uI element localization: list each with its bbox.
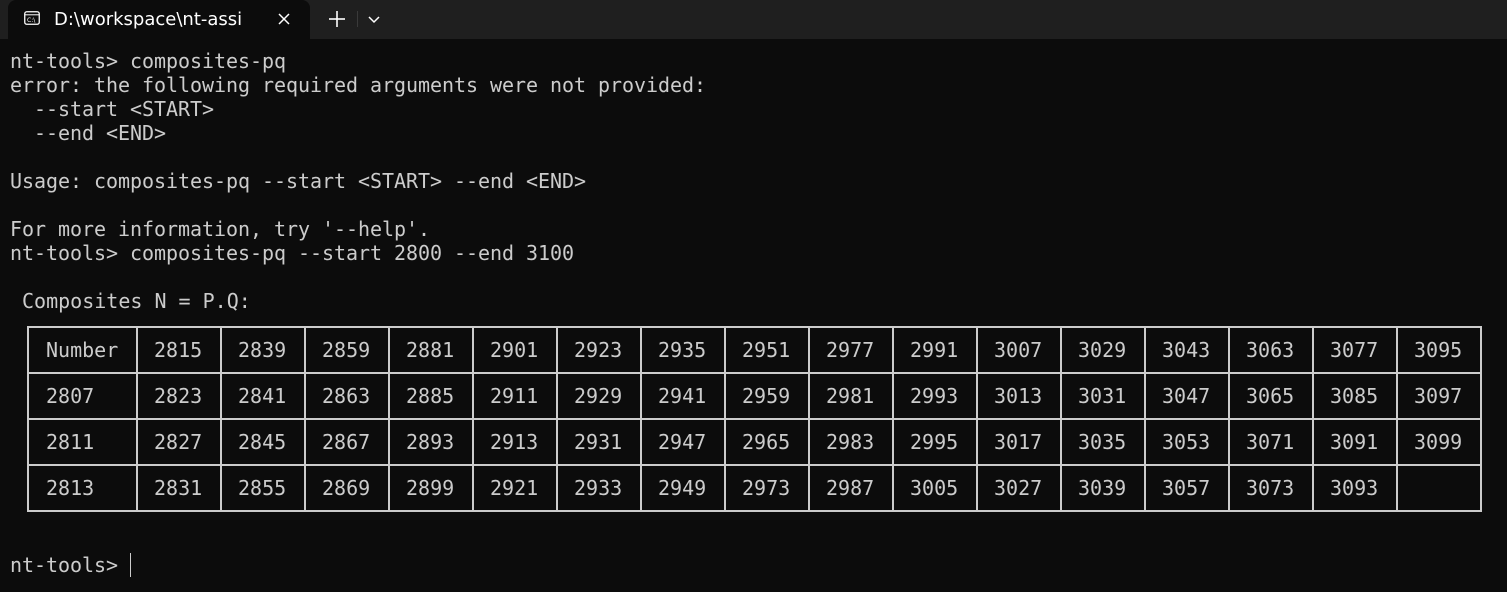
text-cursor (130, 553, 131, 577)
table-cell: 2855 (220, 464, 306, 512)
table-cell: 2977 (808, 326, 894, 374)
tab-bar: C:\ D:\workspace\nt-assi (0, 0, 1507, 39)
plus-icon[interactable] (323, 6, 351, 32)
table-cell: 2931 (556, 418, 642, 466)
close-icon[interactable] (274, 9, 294, 29)
table-cell: 3029 (1060, 326, 1146, 374)
tab-active[interactable]: C:\ D:\workspace\nt-assi (8, 0, 310, 39)
output-line: --start <START> (10, 97, 215, 121)
table-cell: 3031 (1060, 372, 1146, 420)
table-cell: 2841 (220, 372, 306, 420)
table-cell: 2959 (724, 372, 810, 420)
table-cell: 2973 (724, 464, 810, 512)
table-cell: 2941 (640, 372, 726, 420)
table-cell: 2965 (724, 418, 810, 466)
table-cell: 3071 (1228, 418, 1314, 466)
table-cell: 2923 (556, 326, 642, 374)
table-cell: 3065 (1228, 372, 1314, 420)
table-cell: 2913 (472, 418, 558, 466)
table-cell: 2859 (304, 326, 390, 374)
output-line: Usage: composites-pq --start <START> --e… (10, 169, 587, 193)
table-cell: 2839 (220, 326, 306, 374)
table-cell: 2863 (304, 372, 390, 420)
table-cell: 2869 (304, 464, 390, 512)
table-row: Number 2815 2839 2859 2881 2901 2923 2935 2951 29… (27, 326, 1482, 374)
table-cell: 3063 (1228, 326, 1314, 374)
table-cell: 2949 (640, 464, 726, 512)
table-cell: 2881 (388, 326, 474, 374)
svg-text:C:\: C:\ (27, 17, 36, 24)
table-cell: 2845 (220, 418, 306, 466)
table-cell: 3043 (1144, 326, 1230, 374)
chevron-down-icon[interactable] (363, 8, 385, 30)
table-cell: 2933 (556, 464, 642, 512)
table-cell: 2935 (640, 326, 726, 374)
table-cell: 2991 (892, 326, 978, 374)
output-line: For more information, try '--help'. (10, 217, 431, 241)
table-cell: 2983 (808, 418, 894, 466)
table-cell: 2901 (472, 326, 558, 374)
table-cell: 3073 (1228, 464, 1314, 512)
table-cell: 3047 (1144, 372, 1230, 420)
table-cell: 3053 (1144, 418, 1230, 466)
table-cell: 3095 (1396, 326, 1482, 374)
table-title: Composites N = P.Q: (22, 289, 251, 313)
table-cell: 2815 (136, 326, 222, 374)
table-cell: 3013 (976, 372, 1062, 420)
prompt: nt-tools> (10, 553, 131, 577)
table-cell: 3017 (976, 418, 1062, 466)
output-line: error: the following required arguments … (10, 73, 707, 97)
table-cell: 3039 (1060, 464, 1146, 512)
output-line: nt-tools> composites-pq --start 2800 --e… (10, 241, 575, 265)
table-cell: 2899 (388, 464, 474, 512)
table-cell: 3093 (1312, 464, 1398, 512)
table-cell: 2893 (388, 418, 474, 466)
table-cell: 2827 (136, 418, 222, 466)
terminal-icon: C:\ (24, 11, 40, 25)
table-cell: 2823 (136, 372, 222, 420)
table-cell: 2995 (892, 418, 978, 466)
composites-table: Number 2815 2839 2859 2881 2901 2923 2935 2951 29… (27, 326, 1482, 512)
table-cell: 3007 (976, 326, 1062, 374)
table-cell: 3085 (1312, 372, 1398, 420)
table-cell: Number (27, 326, 138, 374)
table-row: 2811 2827 2845 2867 2893 2913 2931 2947 2965 2983… (27, 418, 1482, 466)
table-cell: 2987 (808, 464, 894, 512)
terminal-output[interactable]: nt-tools> composites-pq error: the follo… (0, 39, 1507, 592)
table-cell: 2929 (556, 372, 642, 420)
table-cell (1396, 464, 1482, 512)
table-cell: 2811 (27, 418, 138, 466)
table-cell: 2951 (724, 326, 810, 374)
table-cell: 3057 (1144, 464, 1230, 512)
table-row: 2813 2831 2855 2869 2899 2921 2933 2949 2973 2987… (27, 464, 1482, 512)
table-cell: 2921 (472, 464, 558, 512)
table-cell: 2831 (136, 464, 222, 512)
output-line: --end <END> (10, 121, 167, 145)
table-cell: 3035 (1060, 418, 1146, 466)
table-cell: 3077 (1312, 326, 1398, 374)
table-row: 2807 2823 2841 2863 2885 2911 2929 2941 2959 2981… (27, 372, 1482, 420)
tab-separator (357, 11, 358, 27)
table-cell: 2813 (27, 464, 138, 512)
table-cell: 2981 (808, 372, 894, 420)
table-cell: 3099 (1396, 418, 1482, 466)
table-cell: 2993 (892, 372, 978, 420)
tab-title: D:\workspace\nt-assi (54, 9, 243, 30)
table-cell: 2885 (388, 372, 474, 420)
table-cell: 3097 (1396, 372, 1482, 420)
table-cell: 2867 (304, 418, 390, 466)
table-cell: 3027 (976, 464, 1062, 512)
table-cell: 3091 (1312, 418, 1398, 466)
table-cell: 2911 (472, 372, 558, 420)
table-cell: 2947 (640, 418, 726, 466)
table-cell: 3005 (892, 464, 978, 512)
output-line: nt-tools> composites-pq (10, 49, 287, 73)
table-cell: 2807 (27, 372, 138, 420)
